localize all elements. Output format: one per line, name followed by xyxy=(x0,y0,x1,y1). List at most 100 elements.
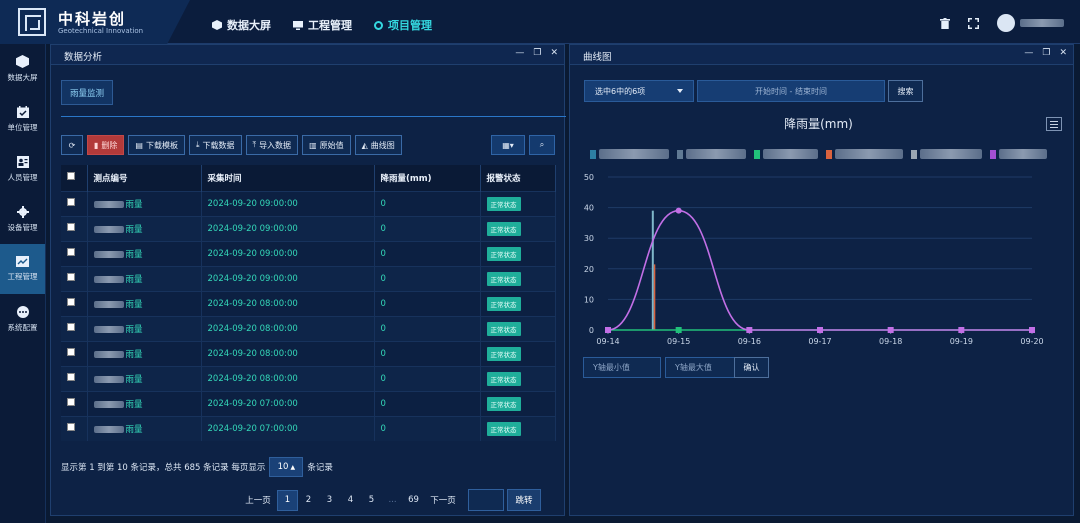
row-checkbox[interactable] xyxy=(67,298,75,306)
refresh-button[interactable]: ⟳ xyxy=(61,135,83,155)
page-button[interactable]: 3 xyxy=(319,490,340,511)
page-button[interactable]: 4 xyxy=(340,490,361,511)
fullscreen-icon[interactable] xyxy=(968,17,979,29)
legend-item[interactable] xyxy=(754,149,818,159)
page-button[interactable]: 2 xyxy=(298,490,319,511)
close-icon[interactable]: ✕ xyxy=(1059,48,1067,58)
row-checkbox[interactable] xyxy=(67,398,75,406)
jump-button[interactable]: 跳转 xyxy=(507,489,541,511)
y-min-input[interactable]: Y轴最小值 xyxy=(583,357,661,378)
time-cell: 2024-09-20 07:00:00 xyxy=(201,390,375,416)
tab-rainfall-monitoring[interactable]: 雨量监测 xyxy=(61,80,113,105)
point-id-redacted xyxy=(93,300,124,308)
legend-item[interactable] xyxy=(911,149,982,159)
table-row[interactable]: 雨量 2024-09-20 08:00:00 0 正常状态 xyxy=(61,315,556,341)
point-id-redacted xyxy=(93,425,124,433)
y-max-input[interactable]: Y轴最大值 xyxy=(665,357,743,378)
table-row[interactable]: 雨量 2024-09-20 08:00:00 0 正常状态 xyxy=(61,340,556,366)
sidebar-item-engineering[interactable]: 工程管理 xyxy=(0,244,45,294)
status-cell: 正常状态 xyxy=(480,265,556,291)
header-checkbox-cell xyxy=(61,165,88,191)
series-select[interactable]: 选中6中的6项 xyxy=(584,80,694,102)
chart-search-button[interactable]: 搜索 xyxy=(888,80,923,102)
page-button[interactable]: 5 xyxy=(361,490,382,511)
sidebar-item-personnel[interactable]: 人员管理 xyxy=(0,144,45,194)
select-all-checkbox[interactable] xyxy=(67,172,75,181)
value-cell: 0 xyxy=(374,265,481,291)
nav-item-management[interactable]: 项目管理 xyxy=(374,17,432,33)
chart-menu-icon[interactable] xyxy=(1046,117,1062,131)
table-row[interactable]: 雨量 2024-09-20 07:00:00 0 正常状态 xyxy=(61,390,556,416)
point-id-cell: 雨量 xyxy=(87,365,202,391)
jump-page-input[interactable] xyxy=(468,489,504,511)
nav-label: 数据大屏 xyxy=(227,19,271,32)
row-checkbox[interactable] xyxy=(67,198,75,206)
page-size-select[interactable]: 10 ▲ xyxy=(269,457,304,477)
nav-data-screen[interactable]: 数据大屏 xyxy=(212,17,271,33)
column-header[interactable]: 报警状态 xyxy=(480,165,556,191)
legend-item[interactable] xyxy=(677,149,746,159)
row-checkbox[interactable] xyxy=(67,248,75,256)
next-page-button[interactable]: 下一页 xyxy=(424,490,462,511)
date-range-input[interactable]: 开始时间 - 结束时间 xyxy=(697,80,885,102)
row-checkbox[interactable] xyxy=(67,273,75,281)
legend-label-redacted xyxy=(920,149,982,159)
legend-item[interactable] xyxy=(590,149,669,159)
rainfall-line-chart: 0 10 20 30 40 50 09-14 09-15 09-16 09-17 09-18 09-1… xyxy=(584,173,1044,345)
row-checkbox[interactable] xyxy=(67,423,75,432)
table-row[interactable]: 雨量 2024-09-20 07:00:00 0 正常状态 xyxy=(61,415,556,441)
table-row[interactable]: 雨量 2024-09-20 08:00:00 0 正常状态 xyxy=(61,290,556,316)
data-point-purple xyxy=(1029,327,1035,333)
legend-swatch xyxy=(677,149,683,159)
sidebar-item-system-config[interactable]: 系统配置 xyxy=(0,294,45,344)
legend-item[interactable] xyxy=(990,149,1047,159)
sidebar-item-units[interactable]: 单位管理 xyxy=(0,94,45,144)
sidebar-item-devices[interactable]: 设备管理 xyxy=(0,194,45,244)
avatar xyxy=(997,14,1015,32)
page-button[interactable]: 1 xyxy=(277,489,298,511)
table-row[interactable]: 雨量 2024-09-20 09:00:00 0 正常状态 xyxy=(61,240,556,266)
row-checkbox[interactable] xyxy=(67,373,75,381)
raw-values-button[interactable]: ▥ 原始值 xyxy=(302,135,351,155)
table-row[interactable]: 雨量 2024-09-20 09:00:00 0 正常状态 xyxy=(61,215,556,241)
legend-label-redacted xyxy=(763,149,818,159)
table-row[interactable]: 雨量 2024-09-20 09:00:00 0 正常状态 xyxy=(61,265,556,291)
page-button[interactable]: 69 xyxy=(403,490,424,511)
minimize-icon[interactable]: — xyxy=(515,48,524,58)
row-checkbox-cell xyxy=(61,290,88,316)
table-body: 雨量 2024-09-20 09:00:00 0 正常状态 雨量 2024-09-20 0… xyxy=(61,190,556,441)
restore-icon[interactable]: ❐ xyxy=(533,48,541,58)
curve-chart-button[interactable]: ◭ 曲线图 xyxy=(354,135,402,155)
download-template-button[interactable]: ▤ 下载模板 xyxy=(128,135,185,155)
column-header[interactable]: 采集时间 xyxy=(201,165,375,191)
row-checkbox[interactable] xyxy=(67,348,75,356)
import-data-button[interactable]: ⤒ 导入数据 xyxy=(245,135,299,155)
row-checkbox[interactable] xyxy=(67,223,75,231)
legend-item[interactable] xyxy=(826,149,903,159)
search-button[interactable]: ⌕ xyxy=(529,135,555,155)
column-header[interactable]: 降雨量(mm) xyxy=(374,165,481,191)
nav-label: 项目管理 xyxy=(388,19,432,32)
prev-page-button[interactable]: 上一页 xyxy=(239,490,277,511)
more-dots-icon xyxy=(16,305,29,318)
close-icon[interactable]: ✕ xyxy=(550,48,558,58)
sidebar-item-data-screen[interactable]: 数据大屏 xyxy=(0,44,45,94)
delete-button[interactable]: ▮ 删除 xyxy=(87,135,125,155)
download-data-button[interactable]: ⤓ 下载数据 xyxy=(188,135,242,155)
row-checkbox[interactable] xyxy=(67,323,75,331)
table-row[interactable]: 雨量 2024-09-20 08:00:00 0 正常状态 xyxy=(61,365,556,391)
table-row[interactable]: 雨量 2024-09-20 09:00:00 0 正常状态 xyxy=(61,190,556,216)
user-menu[interactable] xyxy=(997,14,1064,32)
restore-icon[interactable]: ❐ xyxy=(1042,48,1050,58)
columns-toggle-button[interactable]: ▦▾ xyxy=(491,135,525,155)
time-cell: 2024-09-20 08:00:00 xyxy=(201,340,375,366)
confirm-button[interactable]: 确认 xyxy=(734,357,769,378)
monitor-icon xyxy=(293,21,303,30)
trash-icon[interactable] xyxy=(940,17,950,29)
minimize-icon[interactable]: — xyxy=(1024,48,1033,58)
column-header[interactable]: 测点编号 xyxy=(87,165,202,191)
x-tick-label: 09-20 xyxy=(1020,337,1043,345)
nav-project-mgmt[interactable]: 工程管理 xyxy=(293,17,352,33)
download-icon: ⤓ xyxy=(195,140,200,149)
point-id-redacted xyxy=(93,350,124,358)
